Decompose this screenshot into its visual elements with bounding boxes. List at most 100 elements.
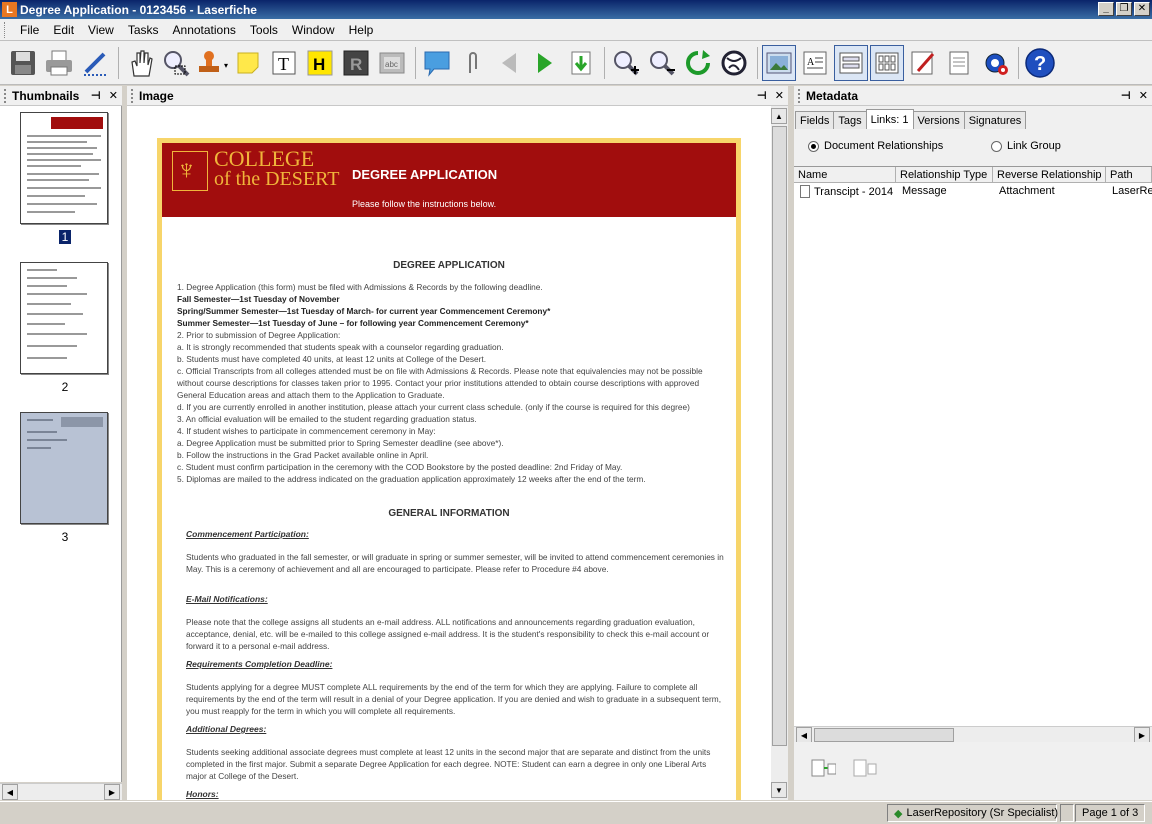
menu-window[interactable]: Window bbox=[285, 23, 342, 37]
split-view-icon[interactable] bbox=[834, 44, 868, 81]
menu-annotations[interactable]: Annotations bbox=[166, 23, 243, 37]
close-button[interactable]: ✕ bbox=[1134, 2, 1150, 16]
tab-fields[interactable]: Fields bbox=[795, 111, 835, 129]
menu-view[interactable]: View bbox=[81, 23, 121, 37]
document-line: b. Students must have completed 40 units… bbox=[177, 354, 487, 364]
remove-link-icon[interactable] bbox=[852, 758, 878, 780]
pin-icon[interactable]: ⊣ bbox=[757, 89, 767, 102]
thumbnail-label-1[interactable]: 1 bbox=[59, 230, 71, 244]
stamp-icon[interactable]: ▾ bbox=[195, 45, 229, 81]
metadata-panel-title: Metadata bbox=[806, 88, 859, 103]
radio-document-relationships[interactable]: Document Relationships bbox=[808, 140, 943, 152]
menu-tools[interactable]: Tools bbox=[243, 23, 285, 37]
scroll-down-icon[interactable]: ▼ bbox=[771, 782, 787, 798]
tab-tags[interactable]: Tags bbox=[833, 111, 867, 129]
column-header-path[interactable]: Path bbox=[1106, 167, 1152, 183]
text-view-icon[interactable]: A bbox=[798, 45, 832, 81]
document-line: 2. Prior to submission of Degree Applica… bbox=[177, 330, 341, 340]
panel-grip bbox=[4, 88, 7, 103]
menu-file[interactable]: File bbox=[13, 23, 46, 37]
comment-icon[interactable] bbox=[420, 45, 454, 81]
help-icon[interactable]: ? bbox=[1023, 45, 1057, 81]
print-icon[interactable] bbox=[42, 45, 76, 81]
zoom-in-icon[interactable] bbox=[609, 45, 643, 81]
column-header-name[interactable]: Name bbox=[794, 167, 896, 183]
close-icon[interactable]: ✕ bbox=[1139, 89, 1148, 102]
attachment-icon[interactable] bbox=[456, 45, 490, 81]
globe-icon[interactable] bbox=[717, 45, 751, 81]
document-icon[interactable] bbox=[942, 45, 976, 81]
save-icon[interactable] bbox=[6, 45, 40, 81]
scroll-right-icon[interactable]: ▶ bbox=[104, 784, 120, 800]
scrollbar-thumb[interactable] bbox=[772, 126, 787, 746]
zoom-out-icon[interactable] bbox=[645, 45, 679, 81]
document-line: c. Official Transcripts from all college… bbox=[177, 366, 703, 400]
pin-icon[interactable]: ⊣ bbox=[1121, 89, 1131, 102]
settings-icon[interactable] bbox=[978, 45, 1012, 81]
menu-grip bbox=[4, 21, 7, 38]
column-header-relationship-type[interactable]: Relationship Type bbox=[896, 167, 993, 183]
redact-icon[interactable]: R bbox=[339, 45, 373, 81]
next-page-icon[interactable] bbox=[528, 45, 562, 81]
menu-bar: File Edit View Tasks Annotations Tools W… bbox=[0, 19, 1152, 41]
thumbnails-hscrollbar[interactable]: ◀ ▶ bbox=[0, 783, 122, 800]
zoom-select-icon[interactable] bbox=[159, 45, 193, 81]
thumbnail-label-3[interactable]: 3 bbox=[59, 530, 71, 544]
thumbnails-panel-title: Thumbnails bbox=[12, 88, 80, 103]
table-row-name[interactable]: Transcipt - 2014 bbox=[800, 185, 893, 198]
hand-icon[interactable] bbox=[123, 45, 157, 81]
previous-page-icon[interactable] bbox=[492, 45, 526, 81]
tab-signatures[interactable]: Signatures bbox=[963, 111, 1027, 129]
section-paragraph: Students applying for a degree MUST comp… bbox=[186, 682, 721, 716]
image-view-icon[interactable] bbox=[762, 44, 796, 81]
menu-tasks[interactable]: Tasks bbox=[121, 23, 166, 37]
sticky-note-icon[interactable] bbox=[231, 45, 265, 81]
scroll-up-icon[interactable]: ▲ bbox=[771, 108, 787, 124]
scroll-left-icon[interactable]: ◀ bbox=[796, 727, 812, 743]
pin-icon[interactable]: ⊣ bbox=[91, 89, 101, 102]
column-header-reverse-relationship[interactable]: Reverse Relationship bbox=[993, 167, 1106, 183]
main-toolbar: ▾ T H R abc A ? bbox=[0, 41, 1152, 85]
document-viewer[interactable]: ♆ COLLEGE of the DESERT DEGREE APPLICATI… bbox=[127, 106, 771, 800]
close-icon[interactable]: ✕ bbox=[109, 89, 118, 102]
menu-help[interactable]: Help bbox=[342, 23, 381, 37]
rotate-icon[interactable] bbox=[681, 45, 715, 81]
minimize-button[interactable]: _ bbox=[1098, 2, 1114, 16]
scroll-right-icon[interactable]: ▶ bbox=[1134, 727, 1150, 743]
scroll-left-icon[interactable]: ◀ bbox=[2, 784, 18, 800]
thumbnail-page-2[interactable] bbox=[20, 262, 108, 374]
ocr-text-icon[interactable]: abc bbox=[375, 45, 409, 81]
scrollbar-thumb[interactable] bbox=[814, 728, 954, 742]
close-icon[interactable]: ✕ bbox=[775, 89, 784, 102]
repository-label: LaserRepository (Sr Specialist) bbox=[906, 807, 1059, 819]
restore-button[interactable]: ❐ bbox=[1116, 2, 1132, 16]
tab-versions[interactable]: Versions bbox=[912, 111, 965, 129]
edit-icon[interactable] bbox=[906, 45, 940, 81]
thumbnail-view-icon[interactable] bbox=[870, 44, 904, 81]
thumbnail-page-1[interactable] bbox=[20, 112, 108, 224]
radio-link-group[interactable]: Link Group bbox=[991, 140, 1061, 152]
links-hscrollbar[interactable]: ◀ ▶ bbox=[794, 726, 1152, 743]
document-line: 5. Diplomas are mailed to the address in… bbox=[177, 474, 646, 484]
tab-links[interactable]: Links: 1 bbox=[865, 109, 914, 129]
document-header-subtitle: Please follow the instructions below. bbox=[352, 199, 497, 209]
section-heading: Requirements Completion Deadline: bbox=[186, 659, 333, 669]
radio-group-label: Link Group bbox=[1007, 140, 1061, 152]
thumbnail-label-2[interactable]: 2 bbox=[59, 380, 71, 394]
section-heading: Honors: bbox=[186, 789, 219, 799]
add-link-icon[interactable] bbox=[810, 758, 836, 780]
text-annotation-icon[interactable]: T bbox=[267, 45, 301, 81]
college-logo-text: COLLEGE of the DESERT bbox=[214, 146, 340, 190]
highlight-icon[interactable]: H bbox=[303, 45, 337, 81]
download-icon[interactable] bbox=[564, 45, 598, 81]
radio-selected-icon[interactable] bbox=[808, 140, 819, 152]
pen-icon[interactable] bbox=[78, 45, 112, 81]
metadata-tabs: Fields Tags Links: 1 Versions Signatures bbox=[794, 109, 1027, 129]
section-heading: E-Mail Notifications: bbox=[186, 594, 268, 604]
radio-unselected-icon[interactable] bbox=[991, 140, 1002, 152]
image-panel-header: Image ⊣ ✕ bbox=[127, 86, 788, 106]
thumbnail-page-3[interactable] bbox=[20, 412, 108, 524]
viewer-vscrollbar[interactable]: ▲ ▼ bbox=[771, 106, 788, 800]
repository-icon: ◆ bbox=[894, 807, 903, 820]
menu-edit[interactable]: Edit bbox=[46, 23, 81, 37]
